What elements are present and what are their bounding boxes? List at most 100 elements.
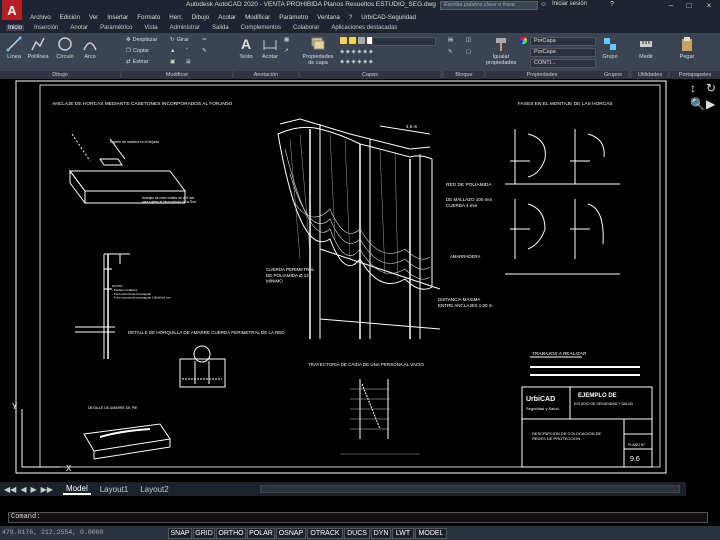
array-tool[interactable]: ⊞ bbox=[186, 59, 191, 65]
status-toggle-dyn[interactable]: DYN bbox=[371, 528, 391, 539]
maximize-button[interactable]: □ bbox=[682, 0, 696, 12]
rotate-tool[interactable]: ↻ Girar bbox=[170, 37, 189, 43]
tab-layout1[interactable]: Layout1 bbox=[97, 485, 131, 494]
horizontal-scrollbar[interactable] bbox=[260, 485, 680, 493]
ribbon-tab-0[interactable]: Inicio bbox=[6, 25, 25, 31]
status-toggle-grid[interactable]: GRID bbox=[193, 528, 215, 539]
layer-state-icons[interactable] bbox=[340, 37, 374, 44]
ribbon-tab-6[interactable]: Salida bbox=[210, 25, 231, 31]
status-toggle-ducs[interactable]: DUCS bbox=[344, 528, 370, 539]
ribbon-tab-5[interactable]: Administrar bbox=[168, 25, 202, 31]
modify-panel-title[interactable]: Modificar bbox=[122, 71, 232, 79]
close-button[interactable]: × bbox=[702, 0, 716, 12]
clipboard-panel-title[interactable]: Portapapeles bbox=[670, 71, 720, 79]
status-toggle-lwt[interactable]: LWT bbox=[392, 528, 414, 539]
match-properties-button[interactable]: Igualar propiedades bbox=[486, 36, 516, 66]
layer-tools-row2[interactable]: ◈ ◈ ◈ ◈ ◈ ◈ bbox=[340, 59, 373, 65]
menu-item-9[interactable]: Parámetro bbox=[279, 14, 308, 21]
trim-tool[interactable]: ✂ bbox=[202, 37, 207, 43]
ribbon-tab-1[interactable]: Inserción bbox=[32, 25, 60, 31]
menu-item-5[interactable]: Herr. bbox=[169, 14, 182, 21]
menu-item-7[interactable]: Acotar bbox=[218, 14, 236, 21]
arc-tool[interactable]: Arco bbox=[80, 36, 100, 60]
utilities-panel-title[interactable]: Utilidades bbox=[632, 71, 668, 79]
copy-label: Copiar bbox=[132, 48, 150, 54]
line-tool[interactable]: Línea bbox=[4, 36, 24, 60]
status-toggle-otrack[interactable]: OTRACK bbox=[307, 528, 343, 539]
dimension-tool[interactable]: Acotar bbox=[258, 36, 282, 60]
menu-item-1[interactable]: Edición bbox=[60, 14, 80, 21]
orbit-icon[interactable]: ↻ bbox=[706, 81, 720, 95]
edit-block-button[interactable]: ✎ bbox=[448, 49, 453, 55]
lineweight-dropdown[interactable]: PorCapa bbox=[530, 48, 596, 57]
mirror-tool[interactable]: ▲ bbox=[170, 48, 175, 54]
tab-model[interactable]: Model bbox=[62, 484, 91, 495]
table-tool[interactable]: ▦ bbox=[284, 37, 289, 43]
user-icon[interactable]: ☺ bbox=[540, 1, 547, 8]
zoom-icon[interactable]: 🔍 bbox=[690, 97, 705, 111]
ribbon-tab-3[interactable]: Paramétrico bbox=[98, 25, 134, 31]
status-toggle-snap[interactable]: SNAP bbox=[168, 528, 192, 539]
groups-panel-title[interactable]: Grupos bbox=[598, 71, 628, 79]
layer-properties-button[interactable]: Propiedades de capa bbox=[300, 36, 336, 66]
scale-tool[interactable]: ▣ bbox=[170, 59, 175, 65]
ribbon-tab-8[interactable]: Colaborar bbox=[291, 25, 321, 31]
group-button[interactable]: Grupo bbox=[600, 36, 620, 60]
create-block-button[interactable]: ◫ bbox=[466, 37, 471, 43]
measure-button[interactable]: Medir bbox=[636, 36, 656, 60]
menu-item-3[interactable]: Insertar bbox=[107, 14, 128, 21]
pan-icon[interactable]: ↕ bbox=[690, 81, 704, 95]
last-tab-icon[interactable]: ▶▶ bbox=[41, 485, 53, 494]
menu-item-8[interactable]: Modificar bbox=[245, 14, 270, 21]
text-tool[interactable]: A Texto bbox=[236, 36, 256, 60]
tab-layout2[interactable]: Layout2 bbox=[137, 485, 171, 494]
ribbon-tab-7[interactable]: Complementos bbox=[239, 25, 283, 31]
ribbon-tab-9[interactable]: Aplicaciones destacadas bbox=[329, 25, 399, 31]
color-dropdown[interactable]: PorCapa bbox=[530, 37, 596, 46]
menu-item-0[interactable]: Archivo bbox=[30, 14, 51, 21]
status-toggle-ortho[interactable]: ORTHO bbox=[216, 528, 246, 539]
insert-block-button[interactable]: ▤ bbox=[448, 37, 453, 43]
paste-button[interactable]: Pegar bbox=[676, 36, 698, 60]
copy-tool[interactable]: ❐ Copiar bbox=[126, 48, 149, 54]
erase-tool[interactable]: ✎ bbox=[202, 48, 207, 54]
prev-tab-icon[interactable]: ◀ bbox=[20, 485, 26, 494]
move-label: Desplazar bbox=[132, 37, 158, 43]
drawing-canvas[interactable]: ANCLAJE DE HORCAS MEDIANTE CASETONES INC… bbox=[0, 79, 686, 482]
status-toggle-polar[interactable]: POLAR bbox=[247, 528, 275, 539]
menu-item-12[interactable]: UrbiCAD-Seguridad bbox=[361, 14, 416, 21]
first-tab-icon[interactable]: ◀◀ bbox=[4, 485, 16, 494]
menu-item-11[interactable]: ? bbox=[349, 14, 352, 21]
move-tool[interactable]: ✥ Desplazar bbox=[126, 37, 157, 43]
application-menu-button[interactable]: A bbox=[2, 0, 22, 20]
showmotion-icon[interactable]: ▶ bbox=[706, 97, 720, 111]
ribbon-tab-4[interactable]: Vista bbox=[142, 25, 159, 31]
annotation-panel-title[interactable]: Anotación bbox=[234, 71, 298, 79]
search-input[interactable]: Escriba palabra clave o frase bbox=[440, 1, 538, 10]
attribute-button[interactable]: ▢ bbox=[466, 49, 471, 55]
status-toggle-model[interactable]: MODEL bbox=[415, 528, 447, 539]
menu-item-10[interactable]: Ventana bbox=[317, 14, 340, 21]
leader-tool[interactable]: ↗ bbox=[284, 48, 289, 54]
block-panel-title[interactable]: Bloque bbox=[444, 71, 484, 79]
draw-panel-title[interactable]: Dibujo bbox=[0, 71, 120, 79]
stretch-tool[interactable]: ⇄ Estirar bbox=[126, 59, 149, 65]
command-input[interactable]: Comand: bbox=[8, 512, 708, 523]
status-toggle-osnap[interactable]: OSNAP bbox=[276, 528, 306, 539]
menu-item-4[interactable]: Formato bbox=[137, 14, 160, 21]
layer-tools-row1[interactable]: ◈ ◈ ◈ ◈ ◈ ◈ bbox=[340, 49, 373, 55]
minimize-button[interactable]: – bbox=[664, 0, 678, 12]
login-link[interactable]: Iniciar sesión bbox=[552, 1, 587, 7]
linetype-dropdown[interactable]: CONTI... bbox=[530, 59, 596, 68]
properties-panel-title[interactable]: Propiedades bbox=[486, 71, 598, 79]
polyline-tool[interactable]: Polilínea bbox=[24, 36, 52, 60]
circle-tool[interactable]: Círculo bbox=[54, 36, 76, 60]
next-tab-icon[interactable]: ▶ bbox=[30, 485, 36, 494]
menu-item-2[interactable]: Ver bbox=[89, 14, 98, 21]
layers-panel-title[interactable]: Capas bbox=[300, 71, 440, 79]
fillet-tool[interactable]: ⌜ bbox=[186, 48, 189, 54]
menu-item-6[interactable]: Dibujo bbox=[192, 14, 210, 21]
layer-dropdown[interactable] bbox=[372, 37, 436, 46]
ribbon-tab-2[interactable]: Anotar bbox=[68, 25, 90, 31]
help-icon[interactable]: ? bbox=[610, 1, 614, 8]
